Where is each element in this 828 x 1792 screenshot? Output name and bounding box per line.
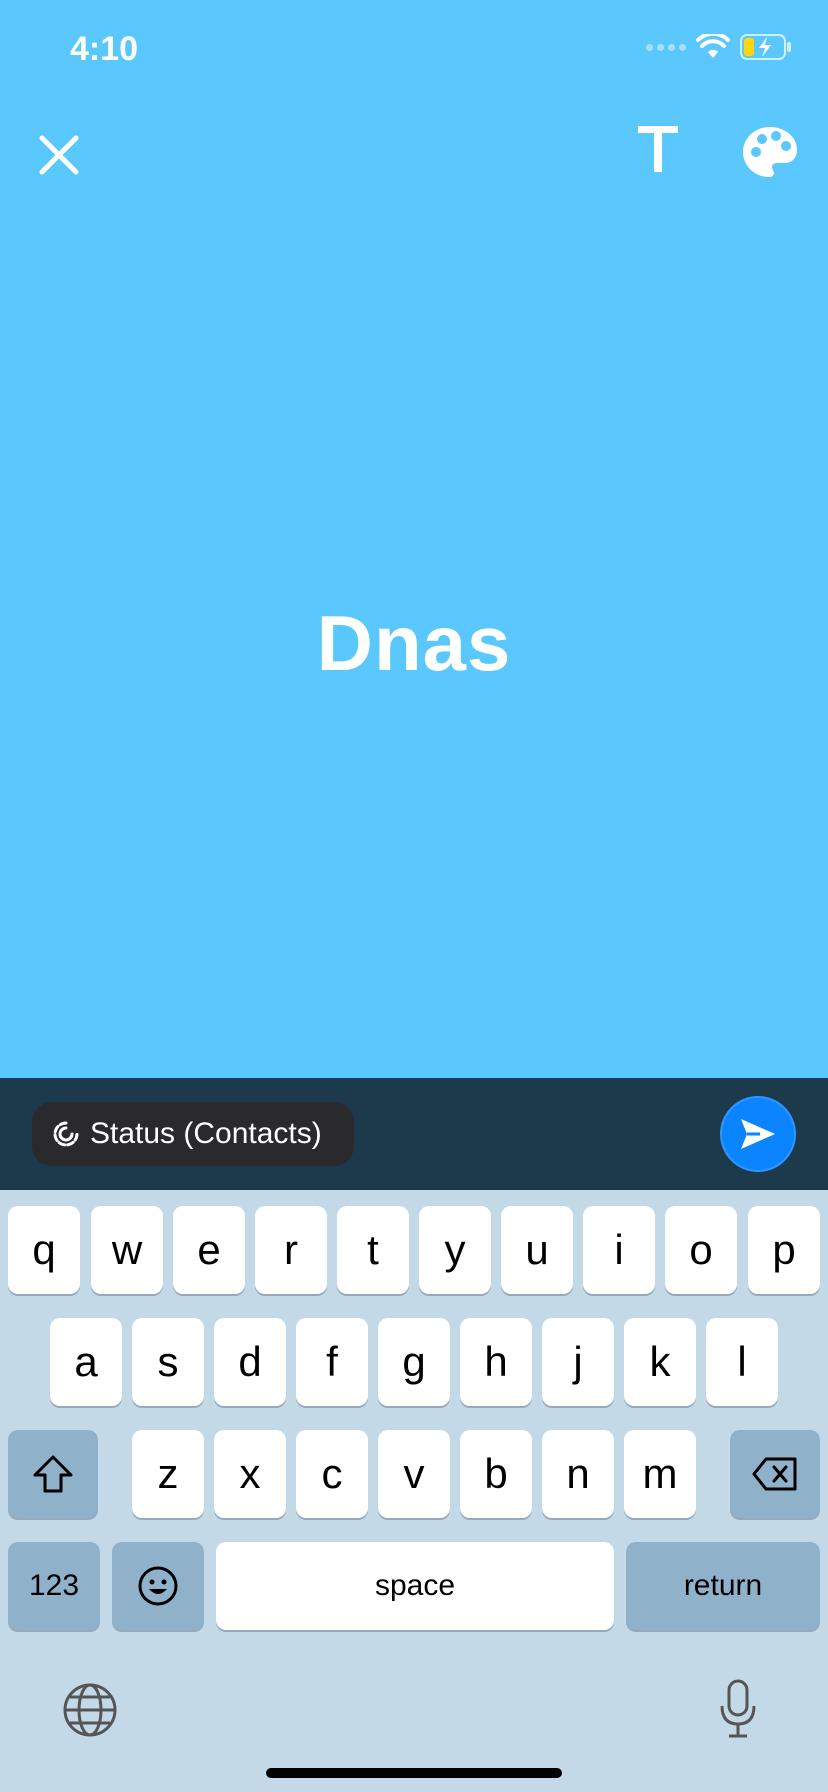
key-t[interactable]: t	[337, 1206, 409, 1294]
text-style-icon	[638, 126, 678, 172]
key-l[interactable]: l	[706, 1318, 778, 1406]
battery-icon	[740, 34, 791, 60]
key-z[interactable]: z	[132, 1430, 204, 1518]
key-p[interactable]: p	[748, 1206, 820, 1294]
key-j[interactable]: j	[542, 1318, 614, 1406]
key-m[interactable]: m	[624, 1430, 696, 1518]
color-palette-button[interactable]	[740, 124, 800, 180]
globe-button[interactable]	[62, 1682, 118, 1738]
key-h[interactable]: h	[460, 1318, 532, 1406]
key-r[interactable]: r	[255, 1206, 327, 1294]
dictation-button[interactable]	[718, 1678, 758, 1740]
composer-bar: Status (Contacts)	[0, 1078, 828, 1190]
key-b[interactable]: b	[460, 1430, 532, 1518]
globe-icon	[63, 1683, 117, 1737]
cellular-signal-icon	[646, 43, 686, 51]
key-f[interactable]: f	[296, 1318, 368, 1406]
return-key[interactable]: return	[626, 1542, 820, 1630]
key-s[interactable]: s	[132, 1318, 204, 1406]
home-indicator	[266, 1768, 562, 1778]
key-a[interactable]: a	[50, 1318, 122, 1406]
key-u[interactable]: u	[501, 1206, 573, 1294]
space-key[interactable]: space	[216, 1542, 614, 1630]
key-w[interactable]: w	[91, 1206, 163, 1294]
status-ring-icon	[53, 1121, 79, 1147]
key-v[interactable]: v	[378, 1430, 450, 1518]
keyboard: q w e r t y u i o p a s d f g h j k l z …	[0, 1190, 828, 1792]
audience-selector[interactable]: Status (Contacts)	[32, 1102, 354, 1166]
key-d[interactable]: d	[214, 1318, 286, 1406]
key-n[interactable]: n	[542, 1430, 614, 1518]
status-canvas	[0, 0, 828, 1078]
key-e[interactable]: e	[173, 1206, 245, 1294]
shift-icon	[33, 1455, 73, 1493]
key-g[interactable]: g	[378, 1318, 450, 1406]
key-c[interactable]: c	[296, 1430, 368, 1518]
text-style-button[interactable]	[634, 118, 682, 178]
shift-key[interactable]	[8, 1430, 98, 1518]
close-icon	[39, 135, 79, 175]
palette-icon	[743, 127, 797, 177]
status-indicators	[646, 34, 792, 60]
close-button[interactable]	[34, 130, 84, 180]
key-x[interactable]: x	[214, 1430, 286, 1518]
audience-label: Status (Contacts)	[90, 1117, 322, 1150]
key-q[interactable]: q	[8, 1206, 80, 1294]
microphone-icon	[720, 1679, 756, 1738]
key-k[interactable]: k	[624, 1318, 696, 1406]
emoji-icon	[138, 1566, 178, 1606]
numbers-key[interactable]: 123	[8, 1542, 100, 1630]
send-icon	[741, 1119, 775, 1149]
backspace-icon	[752, 1457, 797, 1491]
key-i[interactable]: i	[583, 1206, 655, 1294]
status-time: 4:10	[70, 30, 139, 68]
key-y[interactable]: y	[419, 1206, 491, 1294]
wifi-icon	[696, 34, 730, 58]
delete-key[interactable]	[730, 1430, 820, 1518]
key-o[interactable]: o	[665, 1206, 737, 1294]
emoji-key[interactable]	[112, 1542, 204, 1630]
send-button[interactable]	[720, 1096, 796, 1172]
status-text[interactable]: Dnas	[0, 598, 828, 689]
